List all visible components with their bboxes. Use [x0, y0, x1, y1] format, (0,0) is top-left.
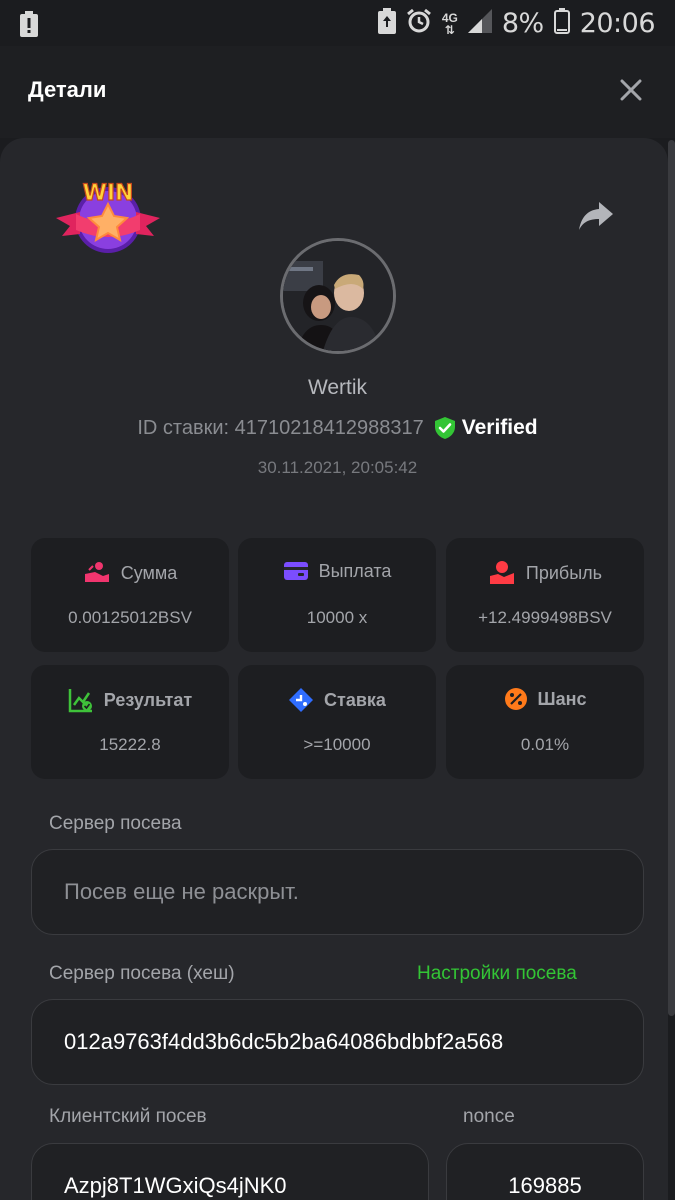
status-bar: 4G ⇅ 8% 20:06 [0, 0, 675, 46]
stat-tile-amount: Сумма 0.00125012BSV [31, 538, 229, 652]
stat-label-chance: Шанс [537, 688, 587, 709]
server-seed-hash-field[interactable]: 012a9763f4dd3b6dc5b2ba64086bdbbf2a568 [31, 999, 644, 1085]
close-button[interactable] [617, 76, 645, 104]
chart-check-icon [68, 689, 92, 713]
page-title: Детали [28, 77, 107, 102]
stat-value-profit: +12.4999498BSV [478, 608, 612, 627]
network-type-indicator: 4G ⇅ [441, 10, 458, 37]
details-header: Детали [0, 46, 675, 138]
server-seed-field[interactable]: Посев еще не раскрыт. [31, 849, 644, 935]
stat-label-amount: Сумма [120, 562, 178, 583]
wallet-icon [283, 562, 308, 580]
client-seed-label: Клиентский посев [49, 1106, 207, 1127]
verified-badge: Verified [434, 416, 538, 440]
bet-id: ID ставки: 41710218412988317 [137, 416, 424, 439]
win-badge-icon: WIN [56, 180, 160, 253]
target-tag-icon [289, 688, 314, 712]
username: Wertik [307, 376, 368, 399]
nonce-label: nonce [463, 1106, 515, 1127]
win-badge-text: WIN [83, 181, 134, 206]
stat-label-payout: Выплата [318, 560, 392, 581]
stat-tile-result: Результат 15222.8 [31, 665, 229, 779]
stat-tile-payout: Выплата 10000 x [238, 538, 436, 652]
stat-tile-bet: Ставка >=10000 [238, 665, 436, 779]
stat-value-payout: 10000 x [306, 608, 368, 627]
win-badge: WIN [52, 178, 164, 260]
battery-saver-icon [377, 8, 396, 39]
stat-value-amount: 0.00125012BSV [68, 608, 192, 627]
close-icon [620, 79, 642, 101]
server-seed-label: Сервер посева [49, 813, 182, 834]
bet-id-row: ID ставки: 41710218412988317 Verified [0, 416, 668, 440]
battery-icon [553, 8, 570, 39]
alarm-icon [406, 8, 432, 39]
stat-tile-profit: Прибыль +12.4999498BSV [446, 538, 644, 652]
battery-percent: 8% [501, 8, 544, 39]
seed-settings-link[interactable]: Настройки посева [417, 963, 577, 985]
avatar-photo [283, 241, 393, 351]
server-seed-hash-label: Сервер посева (хеш) [49, 963, 235, 984]
shield-check-icon [434, 417, 455, 439]
percent-icon [504, 688, 527, 710]
bet-details-card: WIN Wertik ID ставки: 41710218412988317 [0, 138, 668, 1200]
clock: 20:06 [579, 8, 656, 39]
scrollbar[interactable] [668, 140, 675, 1016]
stat-label-profit: Прибыль [525, 562, 603, 583]
battery-alert-icon [20, 11, 38, 42]
stat-value-result: 15222.8 [99, 735, 161, 754]
stat-value-bet: >=10000 [303, 735, 371, 754]
stat-label-result: Результат [103, 689, 193, 710]
profit-hand-icon [489, 561, 514, 584]
share-button[interactable] [577, 200, 615, 232]
stat-tile-chance: Шанс 0.01% [446, 665, 644, 779]
bet-timestamp: 30.11.2021, 20:05:42 [257, 458, 418, 477]
coins-hand-icon [84, 562, 109, 582]
stat-value-chance: 0.01% [520, 735, 570, 754]
nonce-field[interactable]: 169885 [446, 1143, 644, 1200]
user-avatar [280, 238, 396, 354]
signal-icon [467, 9, 492, 38]
client-seed-field[interactable]: Azpj8T1WGxiQs4jNK0 [31, 1143, 429, 1200]
stat-label-bet: Ставка [324, 689, 386, 710]
share-icon [579, 202, 613, 230]
verified-label: Verified [461, 416, 538, 439]
